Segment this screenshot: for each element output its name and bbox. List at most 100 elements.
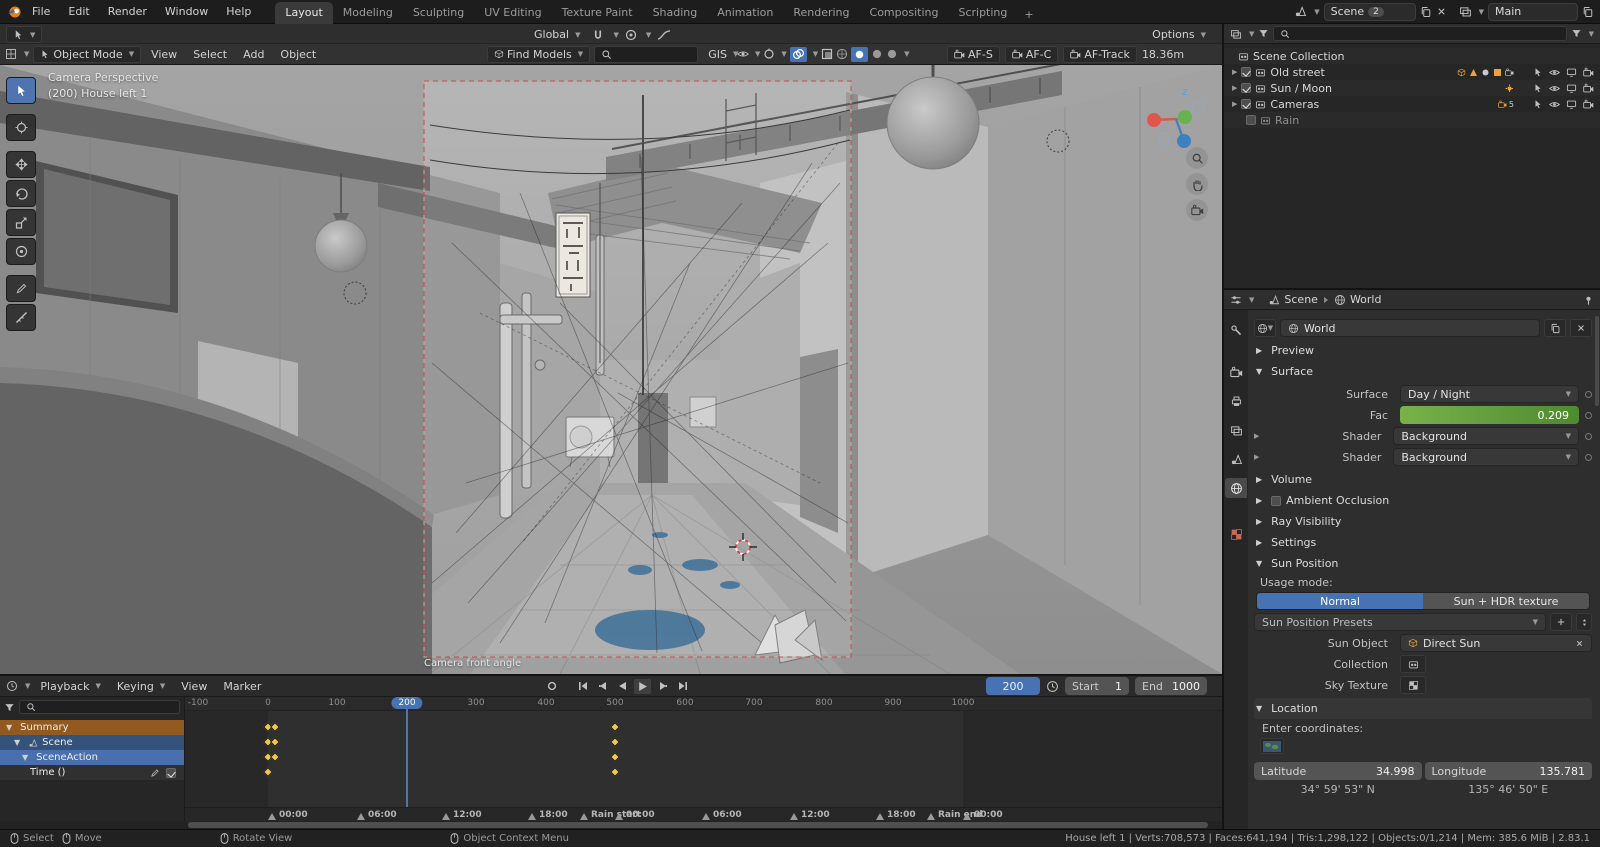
menu-add[interactable]: Add	[237, 46, 270, 63]
outliner-item-cameras[interactable]: ▶ Cameras 5	[1224, 96, 1600, 112]
tab-tool[interactable]	[1225, 320, 1247, 340]
hide-viewport-eye-icon[interactable]	[1549, 99, 1560, 110]
usage-mode-hdr[interactable]: Sun + HDR texture	[1423, 593, 1589, 609]
tab-world[interactable]	[1225, 478, 1247, 498]
next-keyframe-button[interactable]	[654, 679, 671, 694]
tab-texture-paint[interactable]: Texture Paint	[552, 2, 643, 24]
outliner-item-old-street[interactable]: ▶ Old street	[1224, 64, 1600, 80]
breadcrumb-scene[interactable]: Scene	[1284, 293, 1318, 306]
overlays-toggle-button[interactable]	[789, 46, 807, 62]
shader2-dropdown[interactable]: Background ▼	[1393, 448, 1579, 466]
jump-to-start-button[interactable]	[574, 679, 591, 694]
hide-viewport-eye-icon[interactable]	[1549, 83, 1560, 94]
world-unlink-button[interactable]	[1570, 319, 1592, 337]
expand-icon[interactable]: ▶	[1232, 84, 1237, 92]
menu-file[interactable]: File	[24, 2, 58, 21]
marker-menu[interactable]: Marker	[217, 678, 267, 695]
tab-texture[interactable]	[1225, 524, 1247, 544]
jump-to-end-button[interactable]	[674, 679, 691, 694]
tool-measure[interactable]	[6, 304, 36, 331]
chevron-down-icon[interactable]: ▼	[1249, 296, 1254, 304]
playback-menu[interactable]: Playback ▼	[34, 678, 106, 695]
editor-type-icon[interactable]	[5, 48, 17, 60]
af-track-button[interactable]: AF-Track	[1063, 45, 1137, 63]
tab-render[interactable]	[1225, 362, 1247, 382]
navigation-gizmo[interactable]: z	[1140, 79, 1212, 151]
chevron-down-icon[interactable]: ▼	[1314, 8, 1319, 16]
outliner-editor-type-icon[interactable]	[1230, 28, 1242, 40]
world-browse-button[interactable]: ▼	[1254, 319, 1276, 337]
transform-orientation-dropdown[interactable]: Global ▼	[528, 26, 586, 43]
menu-view[interactable]: View	[145, 46, 183, 63]
tab-output[interactable]	[1225, 391, 1247, 411]
channel-enable-checkbox[interactable]	[166, 767, 176, 778]
chevron-down-icon[interactable]: ▼	[1589, 30, 1594, 38]
proportional-editing-icon[interactable]	[625, 29, 637, 41]
panel-settings[interactable]: ▶ Settings	[1254, 532, 1592, 553]
sky-texture-picker[interactable]	[1400, 676, 1426, 694]
channel-scene[interactable]: ▼ Scene	[0, 735, 184, 750]
menu-object[interactable]: Object	[274, 46, 322, 63]
frame-start-field[interactable]: Start 1	[1065, 677, 1129, 695]
tab-shading[interactable]: Shading	[643, 2, 708, 24]
current-frame-field[interactable]: 200	[986, 677, 1040, 695]
timeline-editor-type-icon[interactable]	[6, 680, 18, 692]
fac-slider[interactable]: 0.209	[1400, 406, 1579, 424]
shader-dropdown[interactable]: Background ▼	[1393, 427, 1579, 445]
sun-position-presets-dropdown[interactable]: Sun Position Presets ▼	[1254, 613, 1546, 631]
longitude-field[interactable]: Longitude 135.781	[1424, 762, 1592, 780]
selectable-icon[interactable]	[1533, 67, 1543, 77]
disable-viewport-icon[interactable]	[1566, 83, 1577, 94]
menu-edit[interactable]: Edit	[60, 2, 97, 21]
world-name-field[interactable]: World	[1280, 319, 1540, 337]
tab-modeling[interactable]: Modeling	[333, 2, 403, 24]
proportional-falloff-chevron-icon[interactable]: ▼	[646, 31, 651, 39]
disable-render-camera-icon[interactable]	[1583, 99, 1594, 110]
filter-funnel-icon[interactable]	[1258, 28, 1269, 39]
shading-rendered-icon[interactable]	[886, 48, 898, 60]
tab-scene[interactable]	[1225, 449, 1247, 469]
channel-time[interactable]: Time ()	[0, 765, 184, 780]
viewport-canvas[interactable]: Camera Perspective (200) House left 1 Ca…	[0, 65, 1222, 674]
falloff-curve-icon[interactable]	[657, 29, 671, 41]
tab-sculpting[interactable]: Sculpting	[403, 2, 474, 24]
menu-window[interactable]: Window	[157, 2, 216, 21]
show-object-types-icon[interactable]	[737, 48, 749, 60]
tab-scripting[interactable]: Scripting	[948, 2, 1017, 24]
panel-surface[interactable]: ▼ Surface	[1254, 361, 1592, 382]
tool-transform[interactable]	[6, 238, 36, 265]
decorator-dot[interactable]	[1585, 432, 1592, 440]
timeline-tracks[interactable]: -100 0 100 200 300 400 500 600 700 800 9…	[185, 697, 1222, 821]
3d-scene[interactable]	[0, 65, 1222, 674]
camera-view-button[interactable]	[1186, 199, 1208, 221]
tool-scale[interactable]	[6, 209, 36, 236]
tool-cursor[interactable]	[6, 114, 36, 141]
edit-pencil-icon[interactable]	[150, 768, 160, 778]
decorator-dot[interactable]	[1585, 411, 1592, 419]
tab-rendering[interactable]: Rendering	[783, 2, 859, 24]
menu-help[interactable]: Help	[218, 2, 259, 21]
disable-viewport-icon[interactable]	[1566, 67, 1577, 78]
view-layer-selector[interactable]: Main	[1488, 2, 1578, 21]
disable-render-camera-icon[interactable]	[1583, 83, 1594, 94]
copy-scene-icon[interactable]	[1420, 6, 1432, 18]
tab-animation[interactable]: Animation	[707, 2, 783, 24]
menu-select[interactable]: Select	[187, 46, 233, 63]
menu-render[interactable]: Render	[100, 2, 155, 21]
chevron-down-icon[interactable]: ▼	[25, 682, 30, 690]
panel-sun-position[interactable]: ▼ Sun Position	[1254, 553, 1592, 574]
ao-checkbox[interactable]	[1271, 495, 1282, 506]
expand-icon[interactable]: ▶	[1254, 453, 1259, 461]
tool-annotate[interactable]	[6, 275, 36, 302]
collection-checkbox[interactable]	[1241, 67, 1252, 77]
channel-scene-action[interactable]: ▼ SceneAction	[0, 750, 184, 765]
world-copy-button[interactable]	[1544, 319, 1566, 337]
use-preview-range-icon[interactable]	[1046, 680, 1059, 693]
outliner-search-input[interactable]	[1273, 26, 1567, 41]
panel-ray-visibility[interactable]: ▶ Ray Visibility	[1254, 511, 1592, 532]
surface-dropdown[interactable]: Day / Night ▼	[1400, 385, 1579, 403]
collection-checkbox[interactable]	[1246, 115, 1256, 125]
disable-render-camera-icon[interactable]	[1583, 67, 1594, 78]
timeline-scrollbar[interactable]	[0, 821, 1222, 829]
tab-uv-editing[interactable]: UV Editing	[474, 2, 551, 24]
